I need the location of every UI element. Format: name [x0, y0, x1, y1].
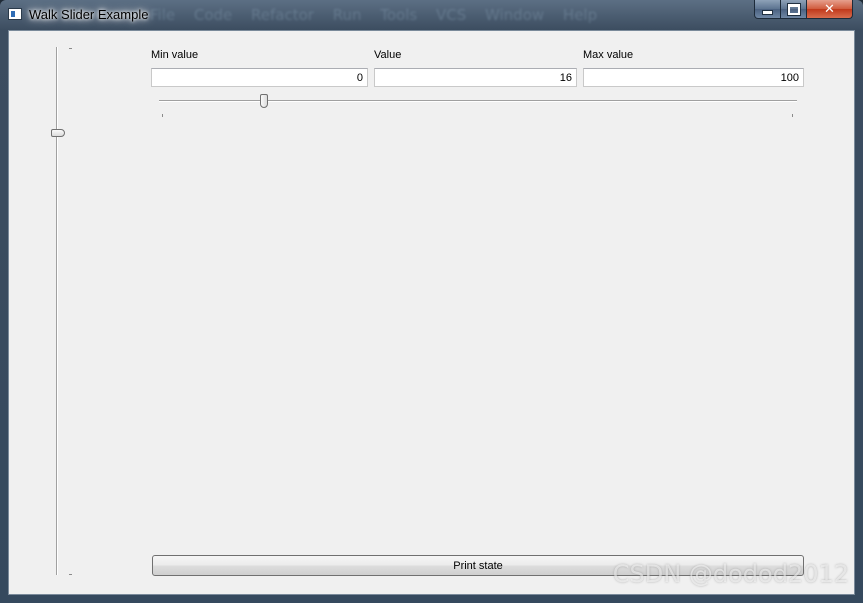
close-icon: ✕	[824, 1, 835, 17]
maximize-icon	[786, 2, 801, 16]
max-value-input[interactable]	[583, 68, 804, 87]
value-label: Value	[374, 49, 402, 61]
value-input[interactable]	[374, 68, 577, 87]
maximize-button[interactable]	[781, 0, 807, 19]
print-state-button[interactable]: Print state	[152, 555, 804, 576]
horizontal-slider-tick-right	[792, 114, 793, 117]
title-bar[interactable]: File Code Refactor Run Tools VCS Window …	[0, 0, 863, 30]
vertical-slider-tick-bottom	[69, 574, 72, 575]
max-value-label: Max value	[583, 49, 634, 61]
min-value-input[interactable]	[151, 68, 368, 87]
client-area: Min value Value Max value Print state	[8, 30, 855, 595]
vertical-slider-tick-top	[69, 48, 72, 49]
horizontal-slider-thumb[interactable]	[259, 94, 268, 108]
horizontal-slider-track[interactable]	[159, 100, 797, 102]
vertical-slider-track[interactable]	[56, 47, 58, 575]
close-button[interactable]: ✕	[807, 0, 853, 19]
app-icon[interactable]	[8, 8, 22, 20]
background-menu-text: File Code Refactor Run Tools VCS Window …	[150, 6, 598, 24]
horizontal-slider-tick-left	[162, 114, 163, 117]
vertical-slider[interactable]	[49, 45, 79, 577]
min-value-label: Min value	[151, 49, 199, 61]
caption-buttons: ✕	[754, 0, 853, 20]
window-title: Walk Slider Example	[29, 7, 149, 22]
horizontal-slider[interactable]	[157, 93, 799, 119]
vertical-slider-thumb[interactable]	[51, 128, 65, 137]
minimize-icon	[762, 9, 773, 15]
minimize-button[interactable]	[754, 0, 781, 19]
app-window: File Code Refactor Run Tools VCS Window …	[0, 0, 863, 603]
